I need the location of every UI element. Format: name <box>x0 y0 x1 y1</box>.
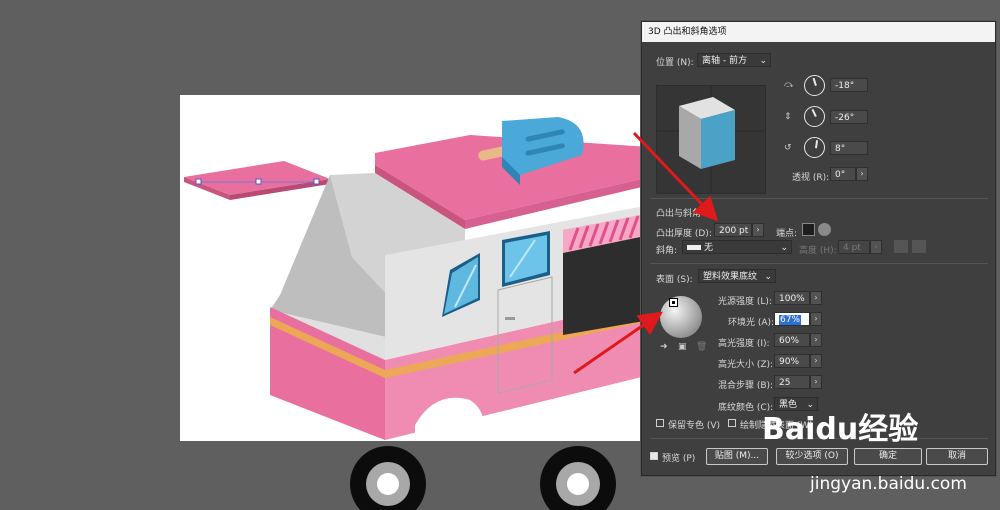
perspective-field[interactable]: 0° <box>830 167 856 181</box>
selection-handle-mid[interactable] <box>255 178 262 185</box>
x-rotation-dial[interactable] <box>804 75 825 96</box>
bevel-in-icon[interactable] <box>912 240 926 253</box>
fewer-options-button[interactable]: 较少选项 (O) <box>776 448 848 465</box>
light-intensity-label: 光源强度 (L): <box>718 297 772 307</box>
z-axis-icon: ↺ <box>784 143 792 153</box>
preserve-spot-checkbox[interactable] <box>656 419 664 427</box>
blend-steps-field[interactable]: 25 <box>774 375 810 389</box>
highlight-size-chevron-icon[interactable]: › <box>810 354 822 368</box>
selection-handle-right[interactable] <box>313 178 320 185</box>
y-axis-icon: ⇕ <box>784 112 792 122</box>
blend-steps-chevron-icon[interactable]: › <box>810 375 822 389</box>
y-rotation-dial[interactable] <box>804 106 825 127</box>
preview-checkbox[interactable] <box>650 452 658 460</box>
y-rotation-field[interactable]: -26° <box>830 110 868 124</box>
preserve-spot-label: 保留专色 (V) <box>668 421 721 431</box>
highlight-intensity-label: 高光强度 (I): <box>718 339 770 349</box>
baidu-site-text: 经验 <box>858 412 919 447</box>
perspective-label: 透视 (R): <box>792 173 830 183</box>
ambient-field[interactable]: 67% <box>774 312 810 326</box>
blend-steps-label: 混合步骤 (B): <box>718 381 774 391</box>
selection-handle-left[interactable] <box>195 178 202 185</box>
x-axis-icon: ⤼ <box>784 80 794 90</box>
draw-hidden-checkbox[interactable] <box>728 419 736 427</box>
baidu-logo: Baidu经验 <box>762 404 918 448</box>
x-rotation-field[interactable]: -18° <box>830 78 868 92</box>
wheels <box>350 446 616 510</box>
ambient-chevron-icon[interactable]: › <box>810 312 822 326</box>
dialog-title: 3D 凸出和斜角选项 <box>642 22 995 42</box>
chevron-down-icon: ⌄ <box>764 272 772 282</box>
chevron-down-icon: ⌄ <box>759 56 767 66</box>
highlight-size-label: 高光大小 (Z): <box>718 360 774 370</box>
arrow-to-extrude-depth <box>632 131 719 222</box>
cap-label: 端点: <box>776 229 798 239</box>
position-select[interactable]: 离轴 - 前方 ⌄ <box>697 53 771 67</box>
baidu-logo-text: Baidu <box>762 412 859 447</box>
z-rotation-field[interactable]: 8° <box>830 141 868 155</box>
height-chevron-icon[interactable]: › <box>870 240 882 254</box>
perspective-chevron-icon[interactable]: › <box>856 167 868 181</box>
z-rotation-dial[interactable] <box>804 137 825 158</box>
map-button[interactable]: 贴图 (M)... <box>706 448 768 465</box>
light-intensity-field[interactable]: 100% <box>774 291 810 305</box>
light-intensity-chevron-icon[interactable]: › <box>810 291 822 305</box>
position-label: 位置 (N): <box>656 58 694 68</box>
baidu-url: jingyan.baidu.com <box>810 474 967 494</box>
ambient-label: 环境光 (A): <box>728 318 775 328</box>
height-field[interactable]: 4 pt <box>838 240 870 254</box>
cap-on-icon[interactable] <box>802 223 815 236</box>
arrow-to-lighting-sphere <box>573 311 663 375</box>
highlight-intensity-field[interactable]: 60% <box>774 333 810 347</box>
height-label: 高度 (H): <box>799 246 837 256</box>
highlight-size-field[interactable]: 90% <box>774 354 810 368</box>
bevel-out-icon[interactable] <box>894 240 908 253</box>
position-select-value: 离轴 - 前方 <box>702 56 747 66</box>
chevron-down-icon: ⌄ <box>780 243 788 253</box>
cap-off-icon[interactable] <box>818 223 831 236</box>
preview-label: 预览 (P) <box>662 454 696 464</box>
ambient-value: 67% <box>779 315 802 325</box>
extrude-depth-chevron-icon[interactable]: › <box>752 223 764 237</box>
annotation-arrows <box>573 131 719 375</box>
highlight-intensity-chevron-icon[interactable]: › <box>810 333 822 347</box>
ok-button[interactable]: 确定 <box>854 448 922 465</box>
cancel-button[interactable]: 取消 <box>926 448 988 465</box>
